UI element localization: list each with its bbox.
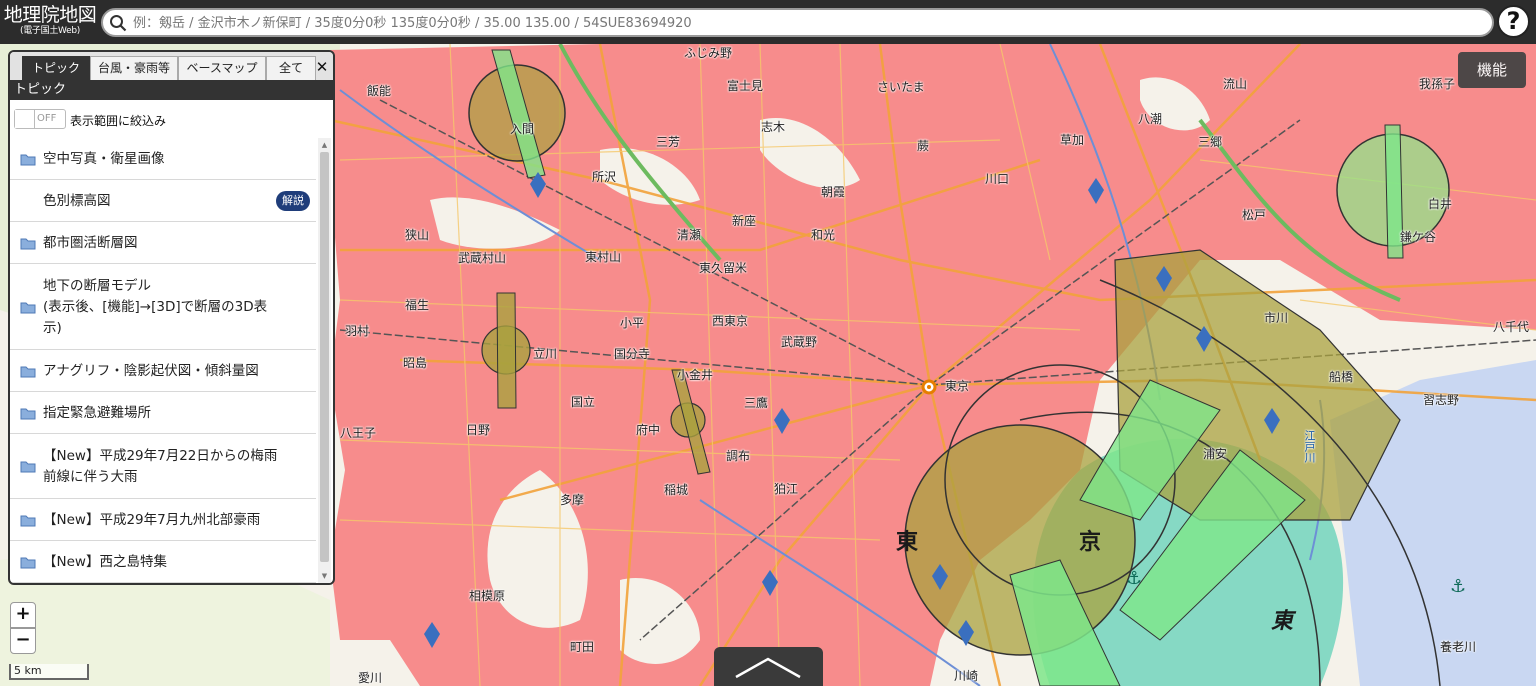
topic-label: 色別標高図 (43, 193, 111, 209)
topic-label: 空中写真・衛星画像 (43, 151, 165, 167)
folder-icon (20, 461, 36, 473)
panel-scrollbar[interactable]: ▲ ▼ (318, 138, 331, 583)
toggle-state: OFF (37, 113, 57, 124)
topic-item[interactable]: 【New】平成29年7月九州北部豪雨 (10, 499, 316, 541)
filter-row: OFF 表示範囲に絞込み (10, 107, 333, 133)
zoom-out-button[interactable]: − (10, 628, 36, 654)
folder-icon (20, 238, 36, 250)
zoom-in-button[interactable]: + (10, 602, 36, 628)
tab-all[interactable]: 全て (266, 56, 316, 80)
svg-text:⚓: ⚓ (1450, 576, 1466, 597)
folder-icon (20, 557, 36, 569)
topic-label: 指定緊急避難場所 (43, 405, 151, 421)
layer-panel: トピック 台風・豪雨等 ベースマップ 全て ✕ トピック OFF 表示範囲に絞込… (8, 50, 335, 585)
topic-item[interactable]: 空中写真・衛星画像 (10, 138, 316, 180)
toggle-knob (15, 110, 35, 128)
folder-icon (20, 515, 36, 527)
bottom-panel-toggle[interactable] (714, 647, 823, 686)
search-input[interactable] (133, 12, 1483, 34)
topic-item[interactable]: 指定緊急避難場所 (10, 392, 316, 434)
scale-bar: 5 km (9, 664, 89, 680)
scroll-thumb[interactable] (320, 152, 329, 562)
close-icon[interactable]: ✕ (314, 57, 330, 77)
panel-tab-bar: トピック 台風・豪雨等 ベースマップ 全て ✕ (10, 52, 333, 80)
topic-item[interactable]: 地下の断層モデル (表示後、[機能]→[3D]で断層の3D表 示) (10, 264, 316, 350)
chevron-up-icon (735, 657, 801, 679)
feature-menu-button[interactable]: 機能 (1458, 52, 1526, 88)
logo-title: 地理院地図 (3, 4, 97, 26)
scroll-down-arrow-icon[interactable]: ▼ (318, 569, 331, 583)
search-box (101, 8, 1494, 37)
tab-basemap[interactable]: ベースマップ (178, 56, 266, 80)
svg-text:⚓: ⚓ (1126, 568, 1142, 589)
topic-label: 【New】西之島特集 (43, 554, 167, 570)
topic-item[interactable]: 【New】西之島特集 (10, 541, 316, 583)
help-button[interactable]: ? (1497, 5, 1530, 38)
folder-icon (20, 154, 36, 166)
tab-typhoon-rain[interactable]: 台風・豪雨等 (90, 56, 178, 80)
topic-item[interactable]: アナグリフ・陰影起伏図・傾斜量図 (10, 350, 316, 392)
panel-title: トピック (10, 80, 333, 100)
scroll-up-arrow-icon[interactable]: ▲ (318, 138, 331, 152)
topic-label: 【New】平成29年7月九州北部豪雨 (43, 512, 261, 528)
filter-label: 表示範囲に絞込み (70, 114, 167, 128)
site-logo[interactable]: 地理院地図 (電子国土Web) (3, 4, 97, 40)
tab-topic[interactable]: トピック (22, 56, 90, 80)
airport-zone-haneda-inner (904, 424, 1136, 656)
extent-filter-toggle[interactable]: OFF (14, 109, 66, 129)
info-badge[interactable]: 解説 (276, 191, 310, 211)
topic-item[interactable]: 【New】平成29年7月22日からの梅雨 前線に伴う大雨 (10, 434, 316, 499)
search-icon[interactable] (109, 14, 127, 32)
logo-subtitle: (電子国土Web) (20, 26, 80, 36)
folder-icon (20, 408, 36, 420)
topic-item[interactable]: 都市圏活断層図 (10, 222, 316, 264)
topic-label: 地下の断層モデル (表示後、[機能]→[3D]で断層の3D表 示) (43, 278, 268, 336)
topic-item[interactable]: 色別標高図 解説 (10, 180, 316, 222)
topic-label: 都市圏活断層図 (43, 235, 138, 251)
header-bar: 地理院地図 (電子国土Web) ? (0, 0, 1536, 44)
topic-label: アナグリフ・陰影起伏図・傾斜量図 (43, 363, 259, 379)
topic-label: 【New】平成29年7月22日からの梅雨 前線に伴う大雨 (43, 448, 278, 485)
folder-icon (20, 366, 36, 378)
folder-icon (20, 302, 36, 314)
topic-list: 空中写真・衛星画像 色別標高図 解説都市圏活断層図地下の断層モデル (表示後、[機能… (10, 138, 318, 583)
